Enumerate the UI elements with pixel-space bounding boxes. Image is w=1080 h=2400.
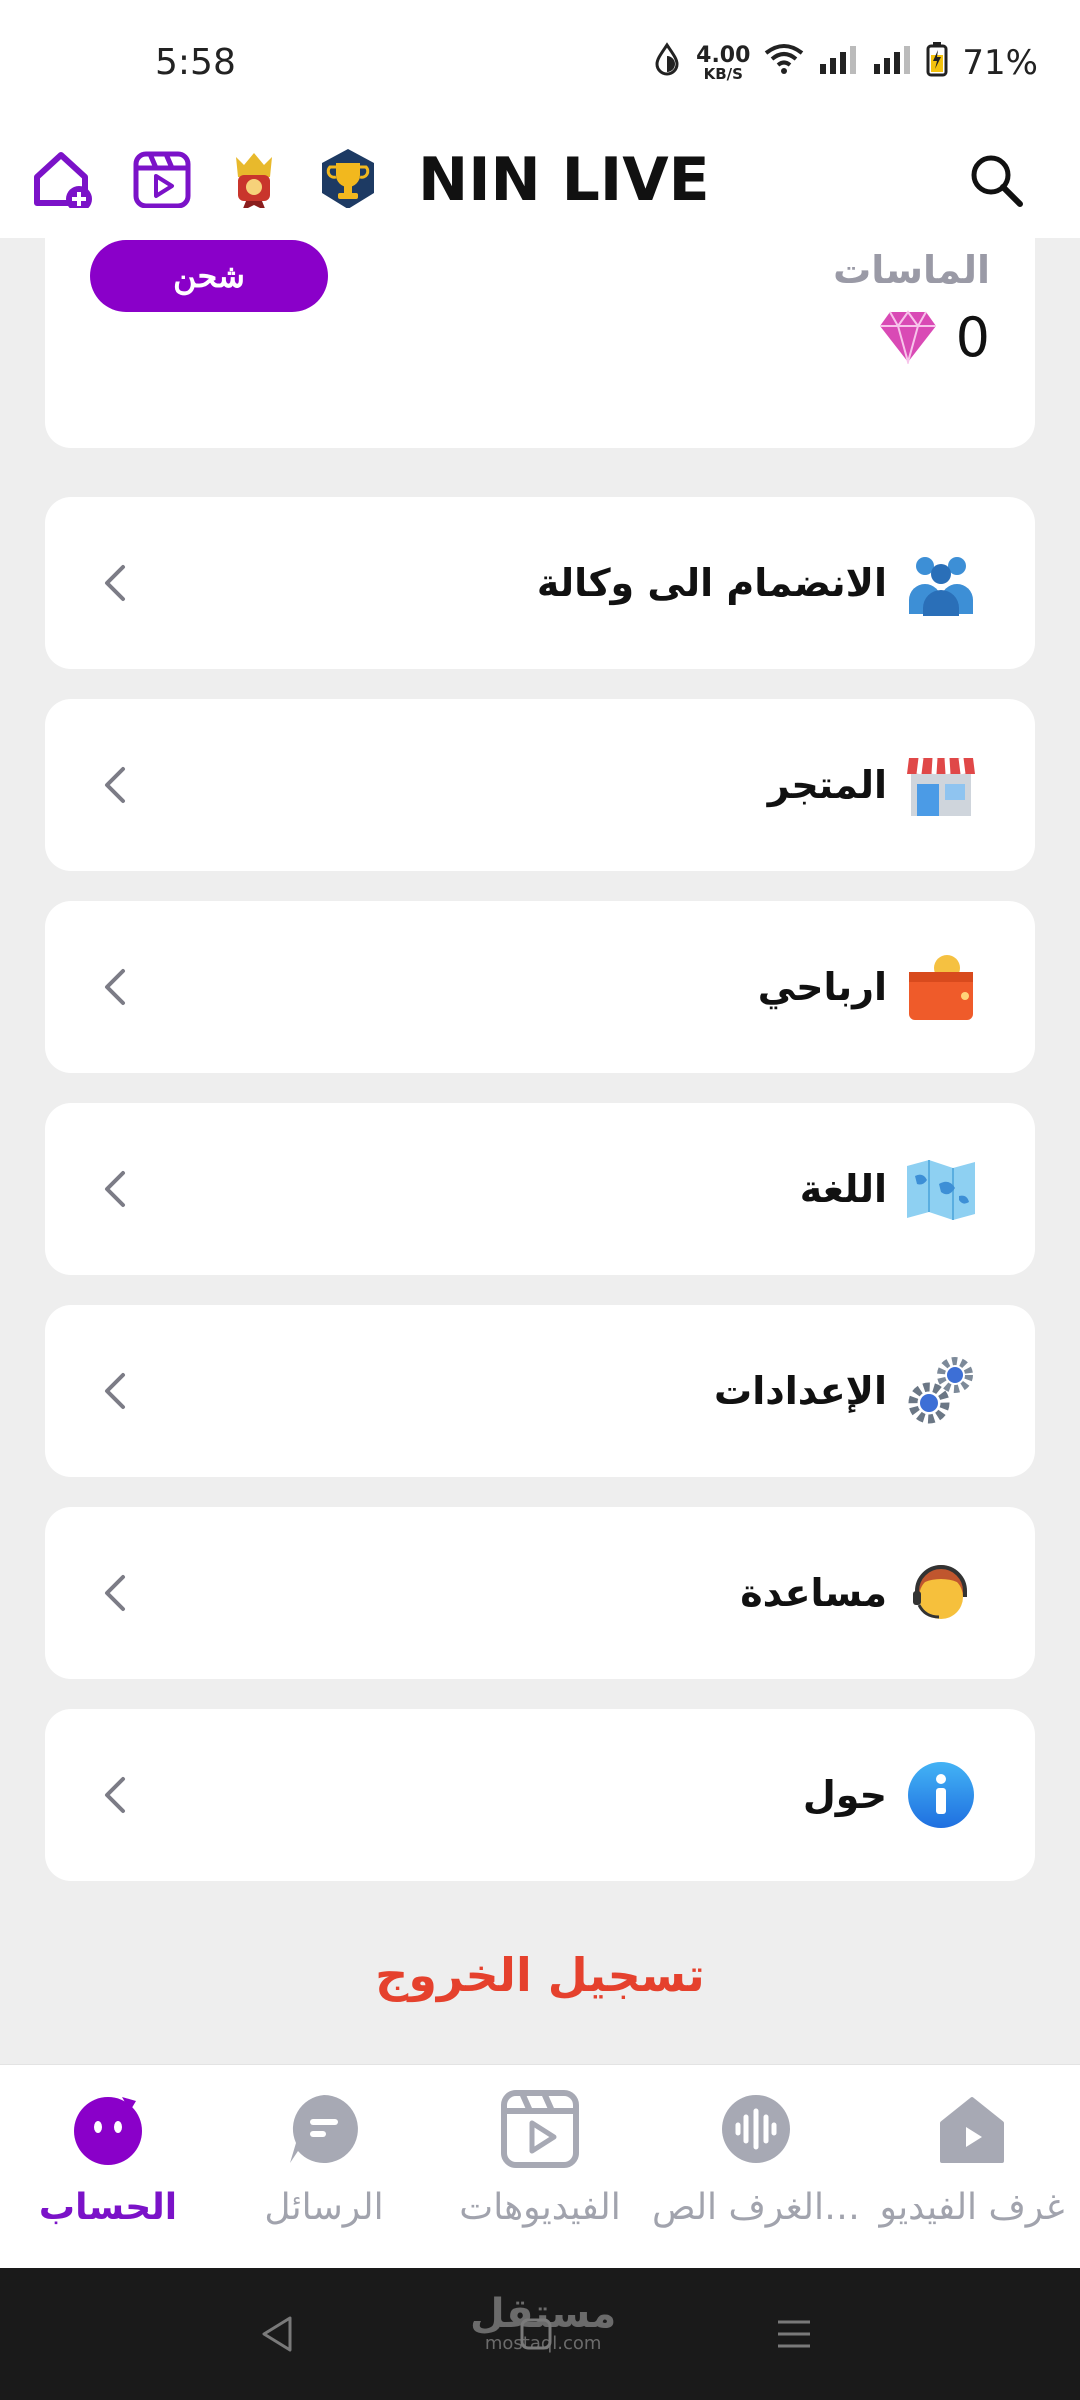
net-speed-unit: KB/S — [703, 64, 743, 83]
battery-charging-icon — [926, 41, 948, 86]
search-icon[interactable] — [958, 142, 1034, 218]
wifi-icon — [764, 43, 804, 84]
king-badge-icon[interactable] — [216, 142, 292, 218]
menu-item-label: الانضمام الى وكالة — [536, 561, 887, 605]
bottom-nav: الحساب الرسائل الفيديوهات الغرف الص… غرف… — [0, 2064, 1080, 2269]
support-agent-icon — [905, 1557, 977, 1629]
menu-item-store[interactable]: المتجر — [45, 699, 1035, 871]
signal-icon-1 — [818, 43, 858, 83]
video-reel-icon[interactable] — [124, 142, 200, 218]
net-speed: 4.00 KB/S — [696, 42, 751, 83]
chevron-left-icon — [95, 1159, 135, 1219]
system-nav-bar: مستقل mostaql.com — [0, 2268, 1080, 2400]
menu-item-about[interactable]: حول — [45, 1709, 1035, 1881]
nav-videos[interactable]: الفيديوهات — [432, 2089, 648, 2259]
watermark-url: mostaql.com — [484, 2333, 602, 2354]
menu-item-label: حول — [802, 1773, 887, 1817]
menu-item-join-agency[interactable]: الانضمام الى وكالة — [45, 497, 1035, 669]
menu-item-label: ارباحي — [757, 965, 887, 1009]
status-icons: 4.00 KB/S 71% — [652, 38, 1038, 88]
diamonds-balance: 0 — [878, 306, 990, 369]
video-reel-icon — [500, 2089, 580, 2169]
store-icon — [905, 749, 977, 821]
nav-voice-rooms[interactable]: الغرف الص… — [648, 2089, 864, 2259]
nav-label: غرف الفيديو — [879, 2187, 1065, 2228]
nav-messages[interactable]: الرسائل — [216, 2089, 432, 2259]
diamond-icon — [878, 308, 938, 368]
menu-item-label: المتجر — [767, 763, 887, 807]
logout-button[interactable]: تسجيل الخروج — [0, 1948, 1080, 2002]
nav-label: الغرف الص… — [651, 2187, 861, 2228]
status-bar: 5:58 4.00 KB/S 71% — [0, 0, 1080, 124]
menu-item-label: اللغة — [799, 1167, 887, 1211]
account-content: شحن الماسات 0 الانضمام الى وكالة المتجر … — [0, 208, 1080, 2064]
charge-button[interactable]: شحن — [90, 240, 328, 312]
gears-icon — [905, 1355, 977, 1427]
home-add-icon[interactable] — [24, 142, 100, 218]
account-face-icon — [68, 2089, 148, 2169]
agency-group-icon — [905, 547, 977, 619]
trophy-icon[interactable] — [310, 142, 386, 218]
net-speed-value: 4.00 — [696, 42, 751, 68]
chevron-left-icon — [95, 1563, 135, 1623]
audio-wave-icon — [716, 2089, 796, 2169]
menu-lines-icon[interactable] — [764, 2304, 824, 2364]
data-saver-icon — [652, 41, 682, 85]
menu-item-settings[interactable]: الإعدادات — [45, 1305, 1035, 1477]
watermark-title: مستقل — [470, 2291, 617, 2337]
chat-bubble-icon — [284, 2089, 364, 2169]
signal-icon-2 — [872, 43, 912, 83]
menu-item-language[interactable]: اللغة — [45, 1103, 1035, 1275]
app-title: NIN LIVE — [418, 145, 710, 215]
wallet-icon — [905, 951, 977, 1023]
home-play-icon — [932, 2089, 1012, 2169]
menu-item-label: مساعدة — [740, 1571, 887, 1615]
nav-account[interactable]: الحساب — [0, 2089, 216, 2259]
chevron-left-icon — [95, 755, 135, 815]
nav-video-rooms[interactable]: غرف الفيديو — [864, 2089, 1080, 2259]
chevron-left-icon — [95, 1765, 135, 1825]
watermark: مستقل mostaql.com — [470, 2294, 616, 2354]
status-time: 5:58 — [155, 42, 236, 83]
chevron-left-icon — [95, 553, 135, 613]
battery-percent: 71% — [962, 43, 1038, 83]
diamonds-label: الماسات — [833, 248, 990, 292]
nav-label: الحساب — [38, 2187, 178, 2228]
chevron-left-icon — [95, 1361, 135, 1421]
menu-item-help[interactable]: مساعدة — [45, 1507, 1035, 1679]
menu-item-earnings[interactable]: ارباحي — [45, 901, 1035, 1073]
diamonds-value: 0 — [955, 306, 990, 369]
diamonds-card: شحن الماسات 0 — [45, 208, 1035, 448]
menu-item-label: الإعدادات — [714, 1369, 887, 1413]
map-icon — [905, 1153, 977, 1225]
info-icon — [905, 1759, 977, 1831]
chevron-left-icon — [95, 957, 135, 1017]
back-icon[interactable] — [248, 2304, 308, 2364]
nav-label: الفيديوهات — [459, 2187, 621, 2228]
nav-label: الرسائل — [264, 2187, 384, 2228]
